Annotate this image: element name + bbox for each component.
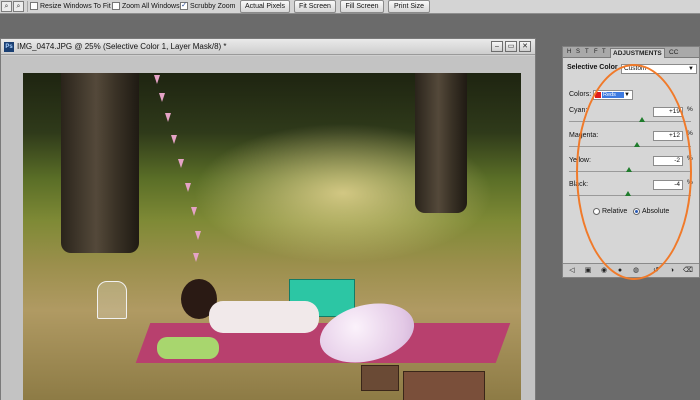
expanded-view-icon[interactable]: ▣ bbox=[583, 266, 593, 275]
absolute-radio-option[interactable]: Absolute bbox=[633, 208, 669, 215]
scrubby-zoom-checkbox[interactable]: ✓ Scrubby Zoom bbox=[180, 2, 236, 10]
options-separator bbox=[27, 1, 28, 12]
cyan-slider-thumb[interactable] bbox=[638, 117, 645, 122]
magenta-slider-thumb[interactable] bbox=[634, 142, 641, 147]
cyan-slider-track[interactable] bbox=[569, 121, 691, 122]
fit-screen-button[interactable]: Fit Screen bbox=[294, 0, 336, 13]
magenta-label: Magenta: bbox=[569, 132, 599, 139]
checkbox-label: Resize Windows To Fit bbox=[40, 2, 111, 10]
magenta-unit: % bbox=[687, 130, 693, 137]
tab-adjustments[interactable]: ADJUSTMENTS bbox=[610, 48, 665, 58]
cyan-unit: % bbox=[687, 106, 693, 113]
yellow-unit: % bbox=[687, 155, 693, 162]
bunting-flag bbox=[171, 135, 177, 144]
panel-tab-bar: Η S T F T ADJUSTMENTS CC bbox=[563, 47, 699, 58]
fill-screen-button[interactable]: Fill Screen bbox=[340, 0, 384, 13]
brush-icon[interactable]: T bbox=[583, 48, 591, 58]
color-swatch bbox=[595, 92, 601, 98]
history-icon[interactable]: S bbox=[574, 48, 582, 58]
return-to-list-icon[interactable]: ◁ bbox=[567, 266, 577, 275]
visibility-icon[interactable]: ● bbox=[615, 266, 625, 275]
refresh-icon[interactable]: ◑ bbox=[667, 266, 677, 275]
chevron-down-icon: ▼ bbox=[624, 92, 630, 98]
birdcage bbox=[97, 281, 127, 319]
black-unit: % bbox=[687, 179, 693, 186]
colors-value: Reds bbox=[602, 92, 624, 98]
photoshop-icon: Ps bbox=[4, 42, 14, 52]
cyan-label: Cyan: bbox=[569, 107, 588, 114]
bunting-flag bbox=[165, 113, 171, 122]
yellow-input[interactable]: -2 bbox=[653, 156, 683, 166]
maximize-icon[interactable]: ▭ bbox=[505, 41, 517, 52]
preset-value: Custom bbox=[624, 65, 647, 72]
chevron-down-icon: ▼ bbox=[688, 66, 694, 72]
green-cushion bbox=[157, 337, 219, 359]
wooden-tray bbox=[403, 371, 485, 400]
magenta-input[interactable]: +12 bbox=[653, 131, 683, 141]
bunting-flag bbox=[178, 159, 184, 168]
black-input[interactable]: -4 bbox=[653, 180, 683, 190]
relative-label: Relative bbox=[602, 208, 628, 215]
checkbox-box[interactable] bbox=[112, 2, 120, 10]
adjustment-title: Selective Color bbox=[567, 64, 618, 71]
print-size-button[interactable]: Print Size bbox=[388, 0, 430, 13]
colors-label: Colors: bbox=[569, 91, 592, 98]
bunting-flag bbox=[193, 253, 199, 262]
photo-picnic-scene[interactable] bbox=[23, 73, 521, 400]
clip-to-layer-icon[interactable]: ◉ bbox=[599, 266, 609, 275]
woman-figure bbox=[209, 301, 319, 333]
bunting-flag bbox=[191, 207, 197, 216]
actual-pixels-button[interactable]: Actual Pixels bbox=[240, 0, 290, 13]
yellow-label: Yellow: bbox=[569, 157, 591, 164]
colors-select[interactable]: Reds ▼ bbox=[593, 90, 633, 100]
panel-collapse-icon[interactable]: Η bbox=[565, 48, 573, 58]
resize-windows-checkbox[interactable]: Resize Windows To Fit bbox=[30, 2, 111, 10]
magenta-slider-track[interactable] bbox=[569, 146, 691, 147]
checkbox-box[interactable] bbox=[30, 2, 38, 10]
relative-radio-option[interactable]: Relative bbox=[593, 208, 627, 215]
minimize-icon[interactable]: – bbox=[491, 41, 503, 52]
zoom-out-icon[interactable]: ⌕ bbox=[13, 1, 24, 12]
cyan-input[interactable]: +19 bbox=[653, 107, 683, 117]
preset-select[interactable]: Custom ▼ bbox=[621, 64, 697, 74]
document-window: Ps IMG_0474.JPG @ 25% (Selective Color 1… bbox=[0, 38, 536, 400]
canvas-area[interactable] bbox=[1, 56, 535, 400]
tab-cc[interactable]: CC bbox=[667, 48, 680, 58]
reset-icon[interactable]: ↺ bbox=[651, 266, 661, 275]
black-slider-thumb[interactable] bbox=[624, 191, 631, 196]
zoom-all-windows-checkbox[interactable]: Zoom All Windows bbox=[112, 2, 180, 10]
checkbox-label: Zoom All Windows bbox=[122, 2, 180, 10]
view-previous-icon[interactable]: ◍ bbox=[631, 266, 641, 275]
black-label: Black: bbox=[569, 181, 589, 188]
bunting-flag bbox=[185, 183, 191, 192]
wooden-box bbox=[361, 365, 399, 391]
absolute-label: Absolute bbox=[642, 208, 670, 215]
adjustments-panel: Η S T F T ADJUSTMENTS CC Selective Color… bbox=[562, 46, 700, 278]
absolute-radio[interactable] bbox=[633, 208, 640, 215]
tree-trunk-left bbox=[61, 73, 139, 253]
options-bar: ⌕ ⌕ Resize Windows To Fit Zoom All Windo… bbox=[0, 0, 700, 14]
check-mark-icon[interactable]: ✓ bbox=[180, 2, 188, 10]
bunting-flag bbox=[195, 231, 201, 240]
clone-icon[interactable]: F bbox=[592, 48, 600, 58]
bunting-flag bbox=[159, 93, 165, 102]
trash-icon[interactable]: ⌫ bbox=[683, 266, 693, 275]
close-icon[interactable]: ✕ bbox=[519, 41, 531, 52]
document-titlebar[interactable]: Ps IMG_0474.JPG @ 25% (Selective Color 1… bbox=[1, 39, 535, 55]
tool-presets-icon[interactable]: T bbox=[600, 48, 608, 58]
relative-radio[interactable] bbox=[593, 208, 600, 215]
panel-footer: ◁ ▣ ◉ ● ◍ ↺ ◑ ⌫ bbox=[563, 263, 699, 277]
yellow-slider-thumb[interactable] bbox=[625, 167, 632, 172]
zoom-tool-icon[interactable]: ⌕ bbox=[1, 1, 12, 12]
tree-trunk-right bbox=[415, 73, 467, 213]
bunting-flag bbox=[154, 75, 160, 84]
document-title: IMG_0474.JPG @ 25% (Selective Color 1, L… bbox=[17, 42, 227, 51]
checkbox-label: Scrubby Zoom bbox=[190, 2, 236, 10]
